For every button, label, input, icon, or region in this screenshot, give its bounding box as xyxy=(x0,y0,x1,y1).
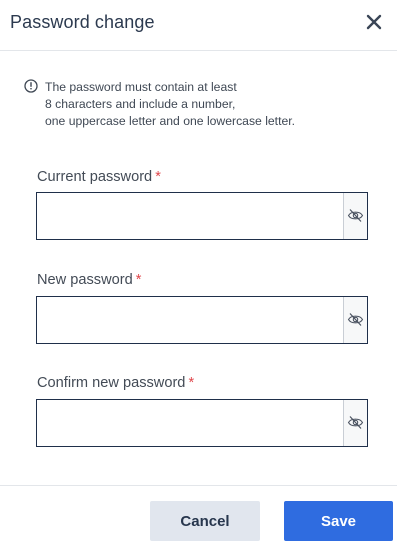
confirm-password-input[interactable] xyxy=(37,400,343,446)
password-change-dialog: Password change The password must contai… xyxy=(0,0,397,541)
eye-off-icon xyxy=(347,416,364,429)
required-marker: * xyxy=(188,375,195,391)
dialog-header: Password change xyxy=(0,0,397,50)
confirm-password-field xyxy=(36,399,368,447)
current-password-label-text: Current password xyxy=(37,169,153,185)
required-marker: * xyxy=(135,272,142,288)
eye-off-icon xyxy=(347,313,364,326)
eye-off-icon xyxy=(347,209,364,222)
new-password-field xyxy=(36,296,368,344)
confirm-password-label: Confirm new password * xyxy=(37,375,194,391)
new-password-visibility-toggle[interactable] xyxy=(343,297,367,343)
new-password-label-text: New password xyxy=(37,272,133,288)
notice-line: 8 characters and include a number, xyxy=(45,97,236,111)
notice-line: The password must contain at least xyxy=(45,80,237,94)
confirm-password-label-text: Confirm new password xyxy=(37,375,186,391)
notice-text: The password must contain at least 8 cha… xyxy=(45,79,295,130)
footer-divider xyxy=(0,485,397,486)
required-marker: * xyxy=(155,169,161,185)
close-icon[interactable] xyxy=(365,13,383,31)
current-password-label: Current password * xyxy=(37,169,161,185)
new-password-label: New password * xyxy=(37,272,141,288)
info-icon xyxy=(24,79,38,93)
cancel-button[interactable]: Cancel xyxy=(150,501,260,541)
save-button[interactable]: Save xyxy=(284,501,393,541)
new-password-input[interactable] xyxy=(37,297,343,343)
current-password-field xyxy=(36,192,368,240)
current-password-input[interactable] xyxy=(37,193,343,239)
header-divider xyxy=(0,50,397,51)
confirm-password-visibility-toggle[interactable] xyxy=(343,400,367,446)
dialog-title: Password change xyxy=(10,12,155,32)
current-password-visibility-toggle[interactable] xyxy=(343,193,367,239)
notice-line: one uppercase letter and one lowercase l… xyxy=(45,114,296,128)
